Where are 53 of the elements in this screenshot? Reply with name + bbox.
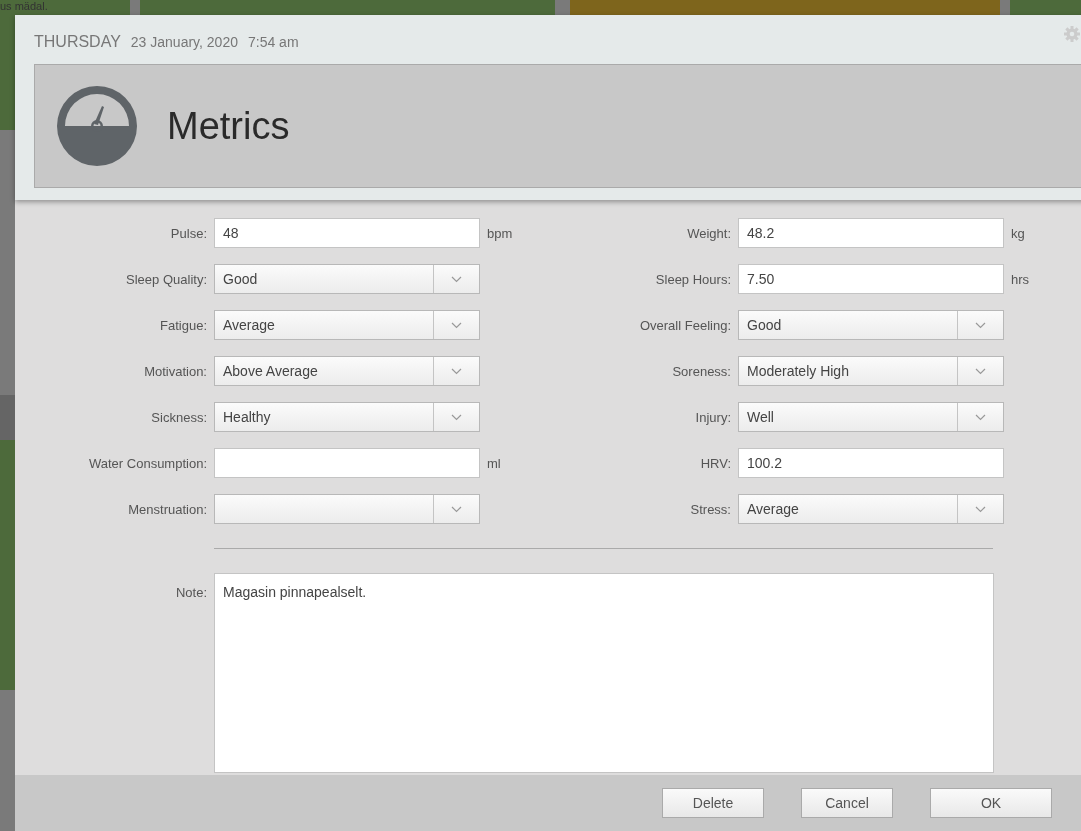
time-label: 7:54 am: [248, 34, 299, 50]
dropdown[interactable]: [214, 494, 480, 524]
dropdown[interactable]: Moderately High: [738, 356, 1004, 386]
field-label: Sleep Hours:: [654, 271, 731, 287]
background-tile: [1010, 0, 1081, 15]
dropdown[interactable]: Above Average: [214, 356, 480, 386]
field-label: Stress:: [689, 501, 731, 517]
field-label: Menstruation:: [127, 501, 207, 517]
field-label: Weight:: [686, 225, 731, 241]
input-field[interactable]: [214, 448, 480, 478]
chevron-down-icon: [975, 367, 986, 375]
dropdown[interactable]: Average: [738, 494, 1004, 524]
field-label: Pulse:: [169, 225, 207, 241]
input-field[interactable]: 48.2: [738, 218, 1004, 248]
field-label: Sleep Quality:: [125, 271, 207, 287]
dialog-title: Metrics: [167, 104, 290, 148]
gauge-icon: [57, 86, 137, 166]
chevron-down-icon: [975, 505, 986, 513]
dialog-button[interactable]: Cancel: [801, 788, 893, 818]
field-label: Water Consumption:: [88, 455, 207, 471]
chevron-down-icon: [975, 413, 986, 421]
field-label: Fatigue:: [159, 317, 207, 333]
field-label: Overall Feeling:: [638, 317, 731, 333]
chevron-down-icon: [975, 321, 986, 329]
field-label: Soreness:: [671, 363, 731, 379]
input-field[interactable]: 48: [214, 218, 480, 248]
settings-icon[interactable]: [1063, 25, 1081, 43]
dropdown[interactable]: Average: [214, 310, 480, 340]
weekday-label: THURSDAY: [34, 33, 121, 51]
field-label: Motivation:: [143, 363, 207, 379]
dropdown[interactable]: Good: [738, 310, 1004, 340]
field-label: Note:: [174, 584, 207, 602]
dropdown[interactable]: Healthy: [214, 402, 480, 432]
chevron-down-icon: [451, 367, 462, 375]
unit-label: ml: [487, 455, 502, 471]
date-label: 23 January, 2020: [130, 34, 238, 50]
unit-label: hrs: [1011, 271, 1031, 287]
field-label: HRV:: [699, 455, 731, 471]
field-label: Sickness:: [150, 409, 207, 425]
dropdown[interactable]: Good: [214, 264, 480, 294]
field-label: Injury:: [694, 409, 731, 425]
unit-label: kg: [1011, 225, 1026, 241]
chevron-down-icon: [451, 275, 462, 283]
unit-label: bpm: [487, 225, 514, 241]
chevron-down-icon: [451, 321, 462, 329]
chevron-down-icon: [451, 505, 462, 513]
chevron-down-icon: [451, 413, 462, 421]
input-field[interactable]: 7.50: [738, 264, 1004, 294]
note-field[interactable]: Magasin pinnapealselt.: [214, 573, 994, 773]
dialog-button[interactable]: Delete: [662, 788, 764, 818]
dropdown[interactable]: Well: [738, 402, 1004, 432]
dialog-button[interactable]: OK: [930, 788, 1052, 818]
input-field[interactable]: 100.2: [738, 448, 1004, 478]
